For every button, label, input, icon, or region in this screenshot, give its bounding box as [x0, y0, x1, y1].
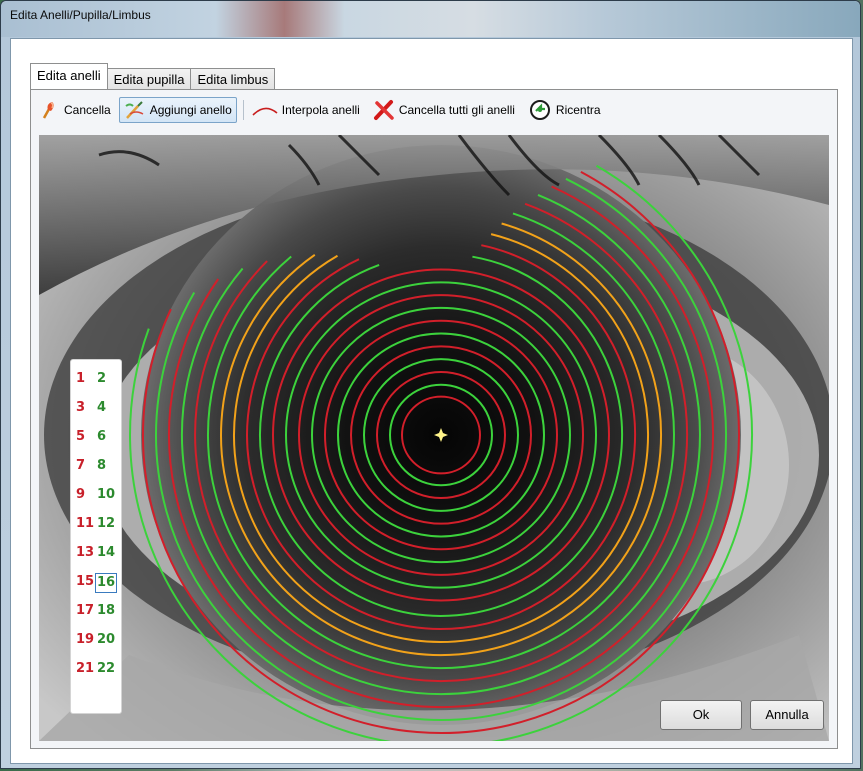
- ring-row: 78: [71, 455, 123, 477]
- ring-number-6[interactable]: 6: [97, 428, 106, 446]
- ring-number-15[interactable]: 15: [76, 573, 94, 591]
- ok-button[interactable]: Ok: [660, 700, 742, 730]
- ring-number-13[interactable]: 13: [76, 544, 94, 562]
- ring-row: 11 12: [71, 513, 123, 535]
- ring-number-21[interactable]: 21: [76, 660, 94, 678]
- recenter-icon: [529, 100, 550, 120]
- toolbar: Cancella Aggiungi anello Interpola anell…: [35, 96, 609, 124]
- ring-number-17[interactable]: 17: [76, 602, 94, 620]
- ring-row: 56: [71, 426, 123, 448]
- dialog-window: Edita Anelli/Pupilla/Limbus Edita anelli…: [0, 0, 861, 769]
- ring-number-7[interactable]: 7: [76, 457, 85, 475]
- ring-number-14[interactable]: 14: [97, 544, 115, 562]
- ring-row: 21 22: [71, 658, 123, 680]
- ring-row: 34: [71, 397, 123, 419]
- add-ring-brush-icon: [125, 101, 144, 119]
- cancella-tutti-label: Cancella tutti gli anelli: [398, 103, 515, 117]
- ring-row: 17 18: [71, 600, 123, 622]
- aggiungi-anello-label: Aggiungi anello: [149, 103, 232, 117]
- ring-row: 13 14: [71, 542, 123, 564]
- red-x-icon: [373, 100, 394, 120]
- ring-number-9[interactable]: 9: [76, 486, 85, 504]
- eraser-brush-icon: [42, 102, 54, 119]
- tab-edita-anelli[interactable]: Edita anelli: [30, 63, 108, 89]
- ring-number-8[interactable]: 8: [97, 457, 106, 475]
- ring-number-18[interactable]: 18: [97, 602, 115, 620]
- curve-icon: [252, 107, 278, 116]
- ricentra-label: Ricentra: [555, 103, 601, 117]
- cancella-tutti-button[interactable]: Cancella tutti gli anelli: [368, 97, 520, 123]
- dialog-client-area: Edita anelli Edita pupilla Edita limbus …: [10, 38, 853, 764]
- annulla-button[interactable]: Annulla: [750, 700, 824, 730]
- tab-edita-pupilla[interactable]: Edita pupilla: [106, 68, 192, 89]
- ring-number-19[interactable]: 19: [76, 631, 94, 649]
- eye-image[interactable]: [39, 135, 829, 741]
- interpola-anelli-label: Interpola anelli: [281, 103, 360, 117]
- aggiungi-anello-button[interactable]: Aggiungi anello: [118, 97, 237, 123]
- ring-number-12[interactable]: 12: [97, 515, 115, 533]
- ring-number-22[interactable]: 22: [97, 660, 115, 678]
- tab-panel-edita-anelli: Cancella Aggiungi anello Interpola anell…: [30, 89, 838, 749]
- ring-number-10[interactable]: 10: [97, 486, 115, 504]
- window-title: Edita Anelli/Pupilla/Limbus: [10, 8, 151, 22]
- tab-edita-limbus[interactable]: Edita limbus: [190, 68, 276, 89]
- interpola-anelli-button[interactable]: Interpola anelli: [247, 97, 365, 123]
- cancella-button[interactable]: Cancella: [35, 97, 116, 123]
- toolbar-separator: [242, 100, 244, 120]
- ring-number-4[interactable]: 4: [97, 399, 106, 417]
- ring-number-list[interactable]: 1 2 3 4 5 6 7 8 9 10 11 12 13 14 15 16 17 18 19 20 21 22: [70, 359, 122, 714]
- ring-number-1[interactable]: 1: [76, 370, 85, 388]
- ring-row: 19 20: [71, 629, 123, 651]
- ring-number-16[interactable]: 16: [95, 573, 118, 593]
- ring-number-2[interactable]: 2: [97, 370, 106, 388]
- ring-row: 15 16: [71, 571, 123, 593]
- ring-number-3[interactable]: 3: [76, 399, 85, 417]
- ring-row: 12: [71, 368, 123, 390]
- ring-number-20[interactable]: 20: [97, 631, 115, 649]
- tab-strip: Edita anelli Edita pupilla Edita limbus: [30, 63, 276, 89]
- ring-row: 9 10: [71, 484, 123, 506]
- title-bar[interactable]: Edita Anelli/Pupilla/Limbus: [1, 1, 860, 37]
- ring-number-11[interactable]: 11: [76, 515, 94, 533]
- ring-number-5[interactable]: 5: [76, 428, 85, 446]
- cancella-label: Cancella: [64, 103, 111, 117]
- eye-image-viewer[interactable]: 1 2 3 4 5 6 7 8 9 10 11 12 13 14 15 16 17 18 19 20 21 22 Ok A…: [39, 135, 829, 741]
- ricentra-button[interactable]: Ricentra: [523, 97, 606, 123]
